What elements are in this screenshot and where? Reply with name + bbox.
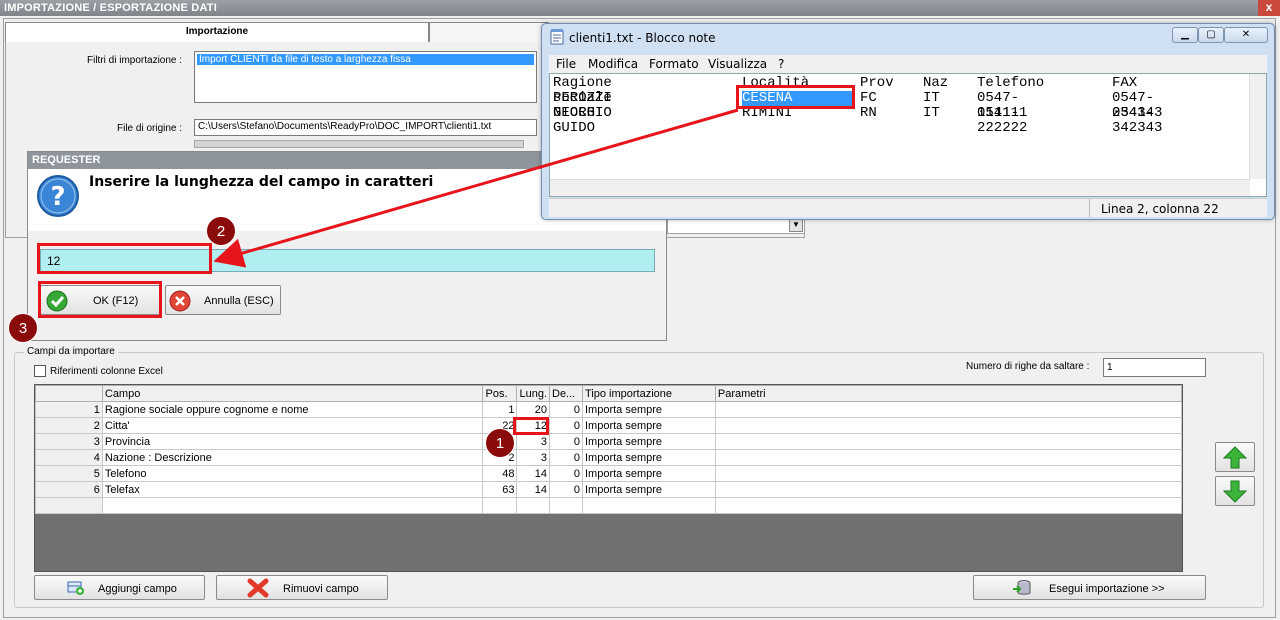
step-marker-3: 3 <box>8 313 38 343</box>
step-marker-1: 1 <box>485 428 515 458</box>
annotation-arrow <box>213 108 739 268</box>
step-marker-2: 2 <box>206 216 236 246</box>
